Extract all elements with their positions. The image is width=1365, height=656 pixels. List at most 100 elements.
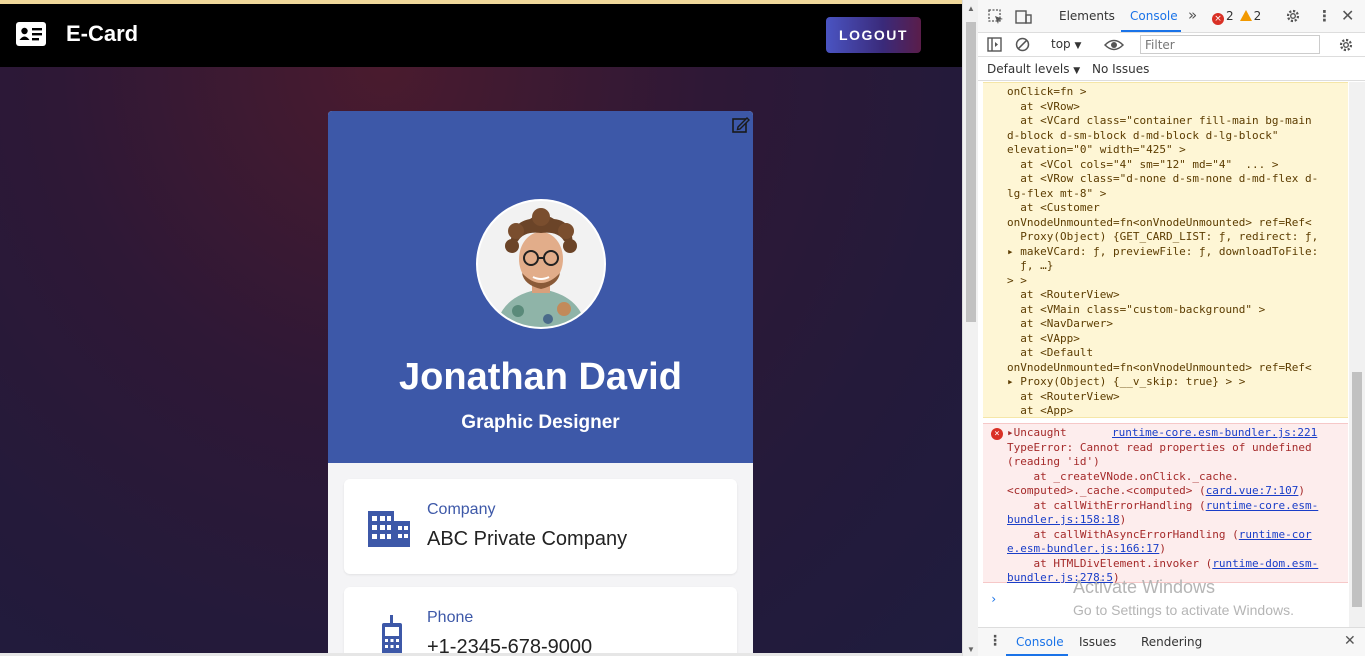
- close-devtools-icon[interactable]: ✕: [1341, 6, 1354, 25]
- error-source-link[interactable]: runtime-core.esm-bundler.js:221: [1112, 426, 1317, 441]
- clear-console-icon[interactable]: [1015, 37, 1030, 52]
- warning-count: 2: [1253, 9, 1262, 23]
- default-levels-dropdown[interactable]: Default levels ▼: [987, 62, 1080, 76]
- warning-line: at <VApp>: [1007, 331, 1080, 345]
- error-line: (reading 'id'): [1007, 455, 1100, 470]
- error-stack-link[interactable]: runtime-dom.esm-: [1212, 557, 1318, 570]
- warning-message: onClick=fn > at <VRow> at <VCard class="…: [983, 82, 1348, 418]
- warning-line: at <Default: [1007, 346, 1094, 359]
- error-stack-link[interactable]: card.vue:7:107: [1206, 484, 1299, 497]
- error-stack-link[interactable]: bundler.js:158:18: [1007, 513, 1120, 526]
- drawer-tab-rendering[interactable]: Rendering: [1141, 635, 1202, 649]
- error-line: at _createVNode.onClick._cache.: [1007, 469, 1239, 485]
- warning-line: at <VCard class="container fill-main bg-…: [1007, 114, 1312, 127]
- drawer-tab-console[interactable]: Console: [1016, 635, 1064, 649]
- close-drawer-icon[interactable]: ✕: [1344, 633, 1356, 649]
- console-levels-bar: Default levels ▼ No Issues: [978, 57, 1365, 81]
- error-message: × ▸Uncaught runtime-core.esm-bundler.js:…: [983, 423, 1348, 584]
- more-tabs-icon[interactable]: »: [1188, 6, 1197, 24]
- live-expression-eye-icon[interactable]: [1104, 38, 1124, 52]
- warning-line: at <VMain class="custom-background" >: [1007, 302, 1266, 316]
- error-line-text: at callWithErrorHandling (: [1007, 498, 1206, 512]
- scroll-up-arrow-icon[interactable]: ▲: [967, 4, 975, 13]
- error-stack-link[interactable]: runtime-cor: [1239, 528, 1312, 541]
- card-header: Jonathan David Graphic Designer: [328, 111, 753, 463]
- drawer-tabbar: ⋮ Console Issues Rendering ✕: [978, 627, 1365, 656]
- error-line-text: at callWithAsyncErrorHandling (: [1007, 527, 1239, 541]
- error-stack-link[interactable]: runtime-core.esm-: [1206, 499, 1319, 512]
- caret-down-icon: ▼: [1073, 66, 1081, 76]
- error-stack-link[interactable]: e.esm-bundler.js:166:17: [1007, 542, 1159, 555]
- phone-icon: [382, 615, 402, 656]
- page-scroll-thumb[interactable]: [966, 22, 976, 322]
- id-card-icon: [16, 22, 46, 46]
- tab-elements[interactable]: Elements: [1059, 9, 1115, 23]
- kebab-menu-icon[interactable]: ⋮: [1317, 7, 1332, 25]
- error-count: 2: [1226, 9, 1234, 23]
- phone-label: Phone: [427, 609, 474, 626]
- console-toolbar: top ▼ Filter: [978, 33, 1365, 57]
- devtools-tabbar: Elements Console » × 2 2 ⋮ ✕: [978, 0, 1365, 33]
- warning-line: at <VCol cols="4" sm="12" md="4" ... >: [1007, 157, 1279, 171]
- warning-line: ƒ, …}: [1007, 259, 1054, 272]
- company-value: ABC Private Company: [427, 528, 628, 550]
- error-line-text: at _createVNode.onClick._cache.: [1007, 469, 1239, 483]
- error-line-text: TypeError: Cannot read properties of und…: [1007, 440, 1312, 454]
- console-prompt-icon[interactable]: ›: [990, 592, 997, 606]
- windows-activation-subtitle: Go to Settings to activate Windows.: [1073, 602, 1294, 618]
- app-title: E-Card: [66, 21, 139, 46]
- levels-label: Default levels: [987, 62, 1070, 76]
- app-bar: E-Card LOGOUT: [0, 4, 962, 67]
- drawer-tab-issues[interactable]: Issues: [1079, 635, 1116, 649]
- warning-line: onVnodeUnmounted=fn<onVnodeUnmounted> re…: [1007, 215, 1312, 229]
- issue-counters[interactable]: × 2 2: [1212, 9, 1261, 25]
- warning-line: at <RouterView>: [1007, 389, 1120, 403]
- warning-line: Proxy(Object) {GET_CARD_LIST: ƒ, redirec…: [1007, 230, 1319, 243]
- warning-line: ▸ makeVCard: ƒ, previewFile: ƒ, download…: [1007, 244, 1319, 258]
- inspect-element-icon[interactable]: [988, 9, 1004, 25]
- console-scrollbar[interactable]: [1349, 82, 1365, 627]
- no-issues-button[interactable]: No Issues: [1092, 62, 1149, 76]
- error-head[interactable]: ▸Uncaught: [1007, 426, 1067, 441]
- phone-tile: Phone +1-2345-678-9000: [344, 587, 737, 656]
- edit-icon[interactable]: [731, 115, 751, 135]
- building-icon: [368, 511, 410, 547]
- warning-line: at <VRow class="d-none d-sm-none d-md-fl…: [1007, 172, 1319, 185]
- error-line: bundler.js:158:18): [1007, 513, 1126, 528]
- console-settings-gear-icon[interactable]: [1338, 37, 1354, 53]
- error-line: at callWithErrorHandling (runtime-core.e…: [1007, 499, 1318, 514]
- page-scrollbar[interactable]: ▲ ▼: [962, 0, 978, 656]
- warning-line: > >: [1007, 273, 1027, 287]
- settings-gear-icon[interactable]: [1285, 8, 1301, 24]
- sidebar-toggle-icon[interactable]: [987, 37, 1002, 52]
- error-line-suffix: ): [1159, 542, 1166, 555]
- error-line: at callWithAsyncErrorHandling (runtime-c…: [1007, 527, 1312, 543]
- device-toolbar-icon[interactable]: [1015, 9, 1032, 25]
- error-line-suffix: ): [1298, 484, 1306, 497]
- warning-line: ▸ Proxy(Object) {__v_skip: true} > >: [1007, 375, 1246, 388]
- logout-button[interactable]: LOGOUT: [826, 17, 921, 53]
- warning-line: lg-flex mt-8" >: [1007, 186, 1107, 200]
- drawer-menu-icon[interactable]: ⋮: [988, 633, 1002, 649]
- devtools-panel: Elements Console » × 2 2 ⋮ ✕ top ▼ Filter: [978, 0, 1365, 656]
- error-head-text: ▸Uncaught: [1007, 426, 1067, 439]
- console-scroll-thumb[interactable]: [1352, 372, 1362, 607]
- active-tab-indicator: [1121, 30, 1181, 32]
- scroll-down-arrow-icon[interactable]: ▼: [967, 645, 975, 654]
- company-label: Company: [427, 501, 496, 518]
- ecard: Jonathan David Graphic Designer Company …: [328, 111, 753, 656]
- console-output: onClick=fn > at <VRow> at <VCard class="…: [978, 82, 1349, 627]
- error-line-text: at HTMLDivElement.invoker (: [1007, 556, 1213, 570]
- warning-line: at <Customer: [1007, 201, 1100, 214]
- warning-line: onClick=fn >: [1007, 85, 1087, 98]
- error-line: <computed>._cache.<computed> (card.vue:7…: [1007, 484, 1305, 499]
- context-selector[interactable]: top ▼: [1051, 37, 1081, 51]
- warning-line: at <VRow>: [1007, 99, 1080, 113]
- error-line-text: <computed>._cache.<computed> (: [1007, 484, 1206, 497]
- company-tile: Company ABC Private Company: [344, 479, 737, 574]
- tab-console[interactable]: Console: [1130, 9, 1178, 23]
- console-filter-input[interactable]: Filter: [1140, 35, 1320, 54]
- chevron-down-icon: ▼: [1074, 41, 1082, 51]
- warning-line: elevation="0" width="425" >: [1007, 143, 1186, 156]
- error-line-text: (reading 'id'): [1007, 455, 1100, 468]
